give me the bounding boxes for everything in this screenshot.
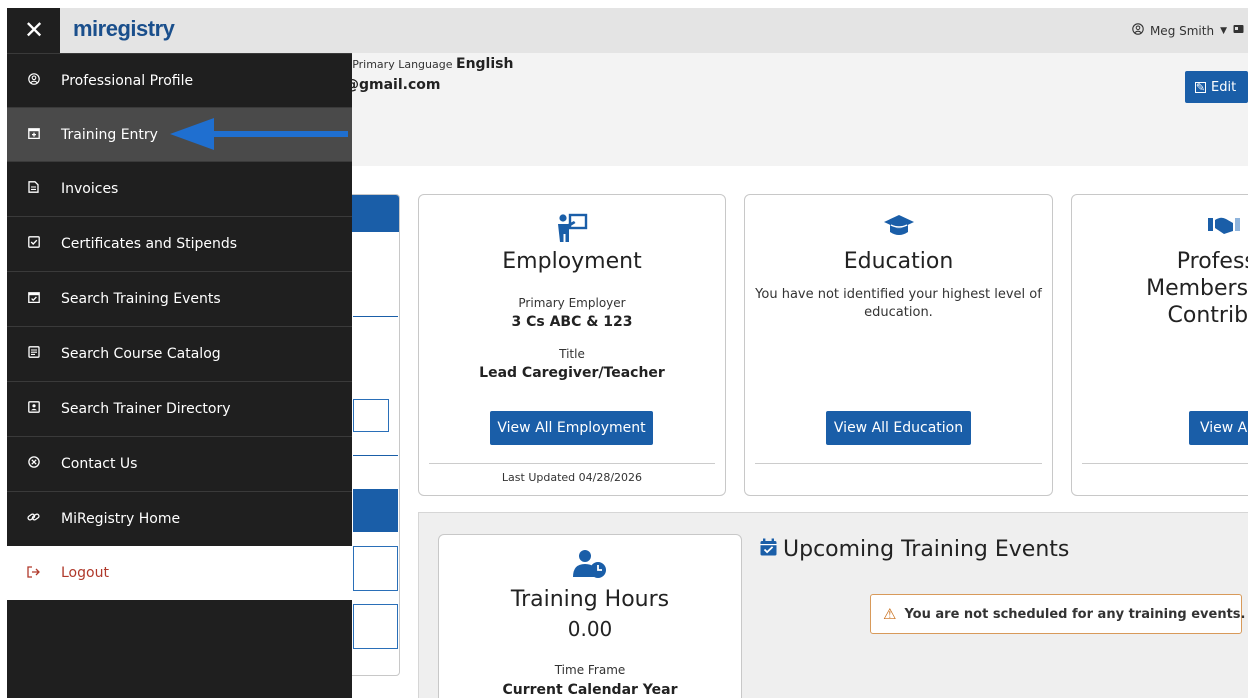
logo-area: miregistry: [60, 8, 352, 53]
menu-item-search-course-catalog[interactable]: Search Course Catalog: [7, 326, 352, 380]
menu-item-label: Search Training Events: [61, 290, 221, 307]
left-input-box[interactable]: [353, 399, 389, 432]
title-value: Lead Caregiver/Teacher: [479, 365, 665, 381]
calendar-check-icon: [27, 291, 40, 306]
menu-header: ✕ miregistry: [7, 8, 352, 53]
upcoming-training-label: Upcoming Training Events: [783, 537, 1070, 562]
membership-title: Professi Membersh Contribu: [1072, 248, 1248, 329]
miregistry-logo[interactable]: miregistry: [73, 16, 175, 42]
lang-value: English: [456, 56, 514, 72]
arrow-annotation-icon: [170, 118, 348, 150]
card-icon[interactable]: [1233, 24, 1244, 37]
check-square-icon: [27, 236, 40, 251]
user-clock-icon: [439, 549, 741, 583]
employment-title: Employment: [502, 249, 642, 274]
primary-employer-label: Primary Employer: [518, 296, 626, 310]
user-name[interactable]: Meg Smith: [1150, 24, 1214, 38]
user-circle-icon: [1132, 23, 1144, 38]
training-hours-card: Training Hours 0.00 Time Frame Current C…: [438, 534, 742, 698]
handshake-icon: [1072, 213, 1248, 244]
menu-item-label: Search Trainer Directory: [61, 400, 231, 417]
id-card-icon: [27, 401, 40, 416]
x-circle-icon: [27, 456, 40, 471]
membership-title-line3: Contribu: [1167, 303, 1248, 328]
menu-item-label: Contact Us: [61, 455, 138, 472]
alert-text: You are not scheduled for any training e…: [904, 606, 1246, 622]
teacher-icon: [419, 213, 725, 250]
menu-item-professional-profile[interactable]: Professional Profile: [7, 53, 352, 107]
menu-item-label: Invoices: [61, 180, 119, 197]
education-card: Education You have not identified your h…: [744, 194, 1053, 496]
divider: [353, 455, 398, 456]
warning-icon: ⚠: [883, 605, 897, 623]
menu-item-miregistry-home[interactable]: MiRegistry Home: [7, 491, 352, 545]
primary-language: / Primary Language English: [345, 56, 513, 72]
menu-item-label: Logout: [61, 565, 109, 581]
logout-icon: [27, 565, 40, 581]
left-blue-bar: [353, 489, 398, 532]
education-message: You have not identified your highest lev…: [755, 287, 1042, 320]
divider: [353, 316, 398, 317]
catalog-icon: [27, 346, 40, 361]
last-updated: Last Updated 04/28/2026: [501, 471, 643, 484]
menu-item-certificates[interactable]: Certificates and Stipends: [7, 216, 352, 270]
menu-item-search-trainer-directory[interactable]: Search Trainer Directory: [7, 381, 352, 435]
view-all-education-button[interactable]: View All Education: [826, 411, 971, 445]
primary-employer-value: 3 Cs ABC & 123: [511, 314, 633, 330]
left-field-2[interactable]: [353, 604, 398, 649]
divider: [755, 463, 1042, 464]
user-menu[interactable]: Meg Smith ▼: [1132, 8, 1248, 53]
time-frame-value: Current Calendar Year: [502, 682, 678, 698]
link-icon: [27, 511, 40, 526]
left-field-1[interactable]: [353, 546, 398, 591]
edit-label: Edit: [1211, 79, 1237, 95]
edit-icon: ✎: [1195, 80, 1206, 94]
side-menu: ✕ miregistry Professional Profile Traini…: [7, 8, 352, 698]
title-label: Title: [559, 347, 585, 361]
view-all-employment-button[interactable]: View All Employment: [490, 411, 653, 445]
menu-item-logout[interactable]: Logout: [7, 546, 352, 600]
edit-profile-button[interactable]: ✎ Edit: [1185, 71, 1248, 103]
close-icon[interactable]: ✕: [19, 15, 49, 45]
calendar-check-icon: [760, 538, 777, 561]
training-hours-title: Training Hours: [510, 587, 670, 612]
calendar-plus-icon: [27, 127, 40, 142]
menu-item-label: Training Entry: [61, 126, 158, 143]
membership-card: Professi Membersh Contribu View A: [1071, 194, 1248, 496]
menu-item-search-training-events[interactable]: Search Training Events: [7, 271, 352, 325]
training-hours-value: 0.00: [567, 617, 613, 641]
document-icon: [27, 181, 40, 196]
menu-item-contact-us[interactable]: Contact Us: [7, 436, 352, 490]
membership-title-line2: Membersh: [1146, 276, 1248, 301]
divider: [1082, 463, 1248, 464]
upcoming-training-title: Upcoming Training Events: [760, 537, 1069, 562]
menu-item-label: MiRegistry Home: [61, 510, 181, 527]
no-events-alert: ⚠ You are not scheduled for any training…: [870, 594, 1246, 634]
divider: [429, 463, 715, 464]
time-frame-label: Time Frame: [554, 663, 626, 677]
menu-item-label: Certificates and Stipends: [61, 235, 238, 252]
lang-label: / Primary Language: [345, 58, 453, 71]
view-all-membership-button[interactable]: View A: [1189, 411, 1248, 445]
menu-item-invoices[interactable]: Invoices: [7, 161, 352, 215]
menu-item-label: Search Course Catalog: [61, 345, 221, 362]
user-circle-icon: [27, 73, 40, 88]
chevron-down-icon: ▼: [1220, 25, 1227, 36]
employment-card: Employment Primary Employer 3 Cs ABC & 1…: [418, 194, 726, 496]
membership-title-line1: Professi: [1176, 249, 1248, 274]
education-title: Education: [843, 249, 954, 274]
graduation-cap-icon: [745, 213, 1052, 246]
email-value: @gmail.com: [345, 77, 441, 93]
menu-item-label: Professional Profile: [61, 72, 194, 89]
